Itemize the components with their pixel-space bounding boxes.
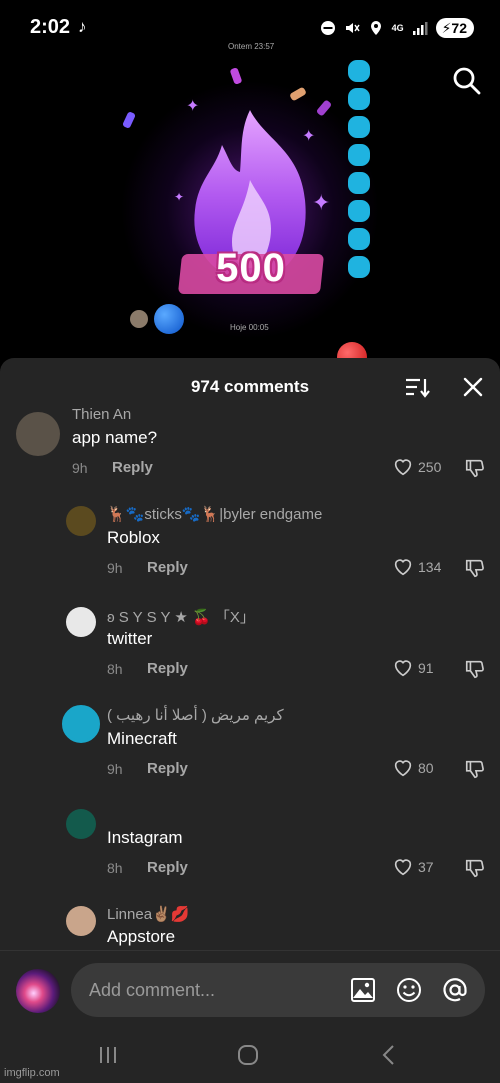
dislike-icon[interactable] bbox=[464, 557, 486, 579]
battery-level: 72 bbox=[451, 20, 467, 36]
chat-bubble bbox=[348, 88, 370, 110]
avatar[interactable] bbox=[66, 809, 96, 839]
like-button[interactable]: 134 bbox=[392, 556, 441, 578]
comment-username[interactable]: 🦌🐾sticks🐾🦌|byler endgame bbox=[107, 505, 322, 523]
like-button[interactable]: 80 bbox=[392, 757, 434, 779]
dislike-icon[interactable] bbox=[464, 758, 486, 780]
signal-icon bbox=[412, 22, 428, 35]
close-icon[interactable] bbox=[462, 376, 484, 398]
video-top-caption: Ontem 23:57 bbox=[228, 42, 275, 51]
watermark: imgflip.com bbox=[4, 1067, 60, 1079]
chat-bubble bbox=[348, 228, 370, 250]
comment-text: Appstore bbox=[107, 927, 176, 946]
chat-bubble bbox=[348, 116, 370, 138]
network-type: 4G bbox=[391, 22, 404, 33]
comment-text: Minecraft bbox=[107, 729, 177, 748]
comment-item: ʚ S Y S Y ★ 🍒 「X」 twitter 8h Reply 91 bbox=[0, 605, 500, 685]
dislike-icon[interactable] bbox=[464, 658, 486, 680]
comment-time: 9h bbox=[72, 460, 88, 476]
status-time: 2:02 bbox=[30, 16, 71, 38]
comment-username[interactable]: Thien An bbox=[72, 406, 131, 423]
heart-icon bbox=[394, 660, 412, 677]
mention-icon[interactable] bbox=[442, 977, 468, 1003]
comment-time: 9h bbox=[107, 761, 123, 777]
video-preview[interactable]: Ontem 23:57 ✦ ✦ ✦ ✦ 500 Hoje 00:05 bbox=[0, 40, 500, 370]
comment-item: Instagram 8h Reply 37 bbox=[0, 807, 500, 887]
mute-icon bbox=[345, 23, 360, 33]
chat-bubble bbox=[348, 256, 370, 278]
search-icon[interactable] bbox=[450, 64, 482, 96]
avatar[interactable] bbox=[66, 906, 96, 936]
streak-number: 500 bbox=[216, 246, 286, 290]
comment-item: Thien An app name? 9h Reply 250 bbox=[0, 404, 500, 484]
comment-item: ( كريم مريض ( أصلا أنا رهيب Minecraft 9h… bbox=[0, 705, 500, 785]
heart-icon bbox=[394, 559, 412, 576]
heart-icon bbox=[394, 459, 412, 476]
avatar[interactable] bbox=[16, 412, 60, 456]
location-icon bbox=[370, 21, 381, 35]
like-count: 80 bbox=[418, 760, 434, 776]
reply-button[interactable]: Reply bbox=[147, 660, 188, 677]
comment-item: Linnea✌🏽💋 Appstore bbox=[0, 904, 500, 950]
sort-icon[interactable] bbox=[404, 376, 430, 398]
confetti-piece bbox=[121, 111, 137, 129]
heart-icon bbox=[394, 859, 412, 876]
battery-indicator: ⚡72 bbox=[435, 18, 474, 38]
comment-text: app name? bbox=[72, 428, 158, 447]
my-avatar[interactable] bbox=[16, 969, 60, 1013]
like-count: 91 bbox=[418, 660, 434, 676]
comment-text: Roblox bbox=[107, 528, 160, 547]
video-caption: Hoje 00:05 bbox=[230, 323, 269, 332]
like-button[interactable]: 37 bbox=[392, 856, 434, 878]
back-icon[interactable] bbox=[378, 1044, 402, 1066]
avatar bbox=[130, 310, 148, 328]
comment-username[interactable]: ʚ S Y S Y ★ 🍒 「X」 bbox=[107, 606, 255, 627]
streak-bubbles bbox=[348, 60, 372, 284]
comment-text: Instagram bbox=[107, 828, 183, 847]
chat-bubble bbox=[348, 144, 370, 166]
do-not-disturb-icon bbox=[320, 21, 335, 35]
like-button[interactable]: 250 bbox=[392, 456, 441, 478]
system-nav-bar bbox=[0, 1028, 500, 1083]
chat-bubble bbox=[348, 200, 370, 222]
comment-time: 9h bbox=[107, 560, 123, 576]
comment-username[interactable]: ( كريم مريض ( أصلا أنا رهيب bbox=[107, 706, 284, 724]
reply-button[interactable]: Reply bbox=[147, 559, 188, 576]
like-count: 250 bbox=[418, 459, 442, 475]
avatar[interactable] bbox=[66, 607, 96, 637]
image-icon[interactable] bbox=[350, 977, 376, 1003]
comment-input-bar bbox=[0, 950, 500, 1028]
comment-time: 8h bbox=[107, 661, 123, 677]
heart-icon bbox=[394, 760, 412, 777]
blue-circle bbox=[154, 304, 184, 334]
reply-button[interactable]: Reply bbox=[147, 760, 188, 777]
reply-button[interactable]: Reply bbox=[147, 859, 188, 876]
comment-time: 8h bbox=[107, 860, 123, 876]
dislike-icon[interactable] bbox=[464, 857, 486, 879]
reply-button[interactable]: Reply bbox=[112, 459, 153, 476]
avatar[interactable] bbox=[62, 705, 100, 743]
chat-bubble bbox=[348, 172, 370, 194]
recent-apps-icon[interactable] bbox=[96, 1044, 120, 1066]
dislike-icon[interactable] bbox=[464, 457, 486, 479]
comment-input[interactable] bbox=[71, 963, 485, 1017]
like-button[interactable]: 91 bbox=[392, 657, 434, 679]
comment-item: 🦌🐾sticks🐾🦌|byler endgame Roblox 9h Reply… bbox=[0, 504, 500, 584]
like-count: 134 bbox=[418, 559, 442, 575]
comment-text: twitter bbox=[107, 629, 153, 648]
avatar[interactable] bbox=[66, 506, 96, 536]
home-icon[interactable] bbox=[236, 1044, 260, 1066]
tiktok-notification-icon: ♪ bbox=[78, 17, 87, 36]
emoji-icon[interactable] bbox=[396, 977, 422, 1003]
like-count: 37 bbox=[418, 859, 434, 875]
status-icons: 4G ⚡72 bbox=[320, 18, 474, 38]
comment-username[interactable]: Linnea✌🏽💋 bbox=[107, 905, 189, 923]
video-avatars bbox=[130, 304, 184, 334]
chat-bubble bbox=[348, 60, 370, 82]
